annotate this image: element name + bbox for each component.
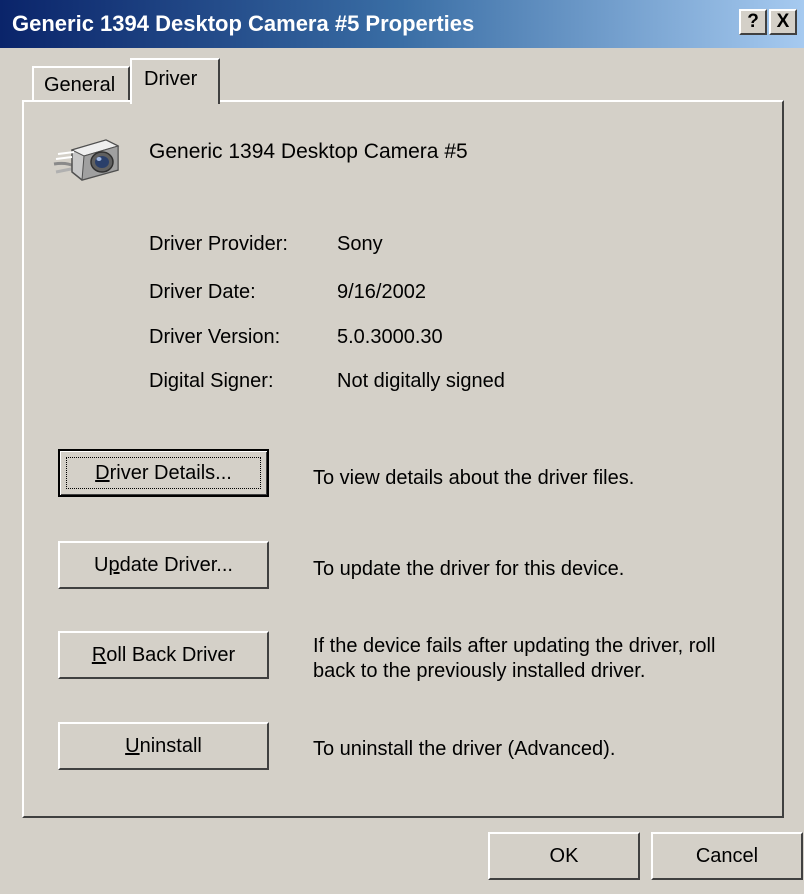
- uninstall-button[interactable]: Uninstall: [58, 722, 269, 770]
- digital-signer-label: Digital Signer:: [149, 370, 274, 392]
- roll-back-driver-description: If the device fails after updating the d…: [313, 635, 716, 682]
- driver-version-label: Driver Version:: [149, 326, 281, 348]
- driver-date-value: 9/16/2002: [337, 281, 426, 303]
- ok-button[interactable]: OK: [488, 832, 640, 880]
- tab-general-label: General: [44, 74, 116, 96]
- driver-details-description: To view details about the driver files.: [313, 467, 635, 489]
- roll-back-driver-button[interactable]: Roll Back Driver: [58, 631, 269, 679]
- driver-details-button[interactable]: Driver Details...: [58, 449, 269, 497]
- tab-driver-label: Driver: [144, 68, 198, 90]
- window-title: Generic 1394 Desktop Camera #5 Propertie…: [12, 11, 475, 36]
- cancel-button[interactable]: Cancel: [651, 832, 803, 880]
- camera-icon: [53, 139, 120, 181]
- update-driver-button[interactable]: Update Driver...: [58, 541, 269, 589]
- driver-provider-value: Sony: [337, 233, 383, 255]
- tab-general[interactable]: General: [32, 66, 130, 102]
- uninstall-description: To uninstall the driver (Advanced).: [313, 738, 616, 760]
- tab-driver[interactable]: Driver: [130, 58, 220, 104]
- update-driver-label: Update Driver...: [94, 554, 233, 576]
- driver-date-label: Driver Date:: [149, 281, 256, 303]
- title-bar[interactable]: Generic 1394 Desktop Camera #5 Propertie…: [0, 0, 804, 48]
- properties-dialog: Generic 1394 Desktop Camera #5 Propertie…: [0, 0, 804, 894]
- uninstall-label: Uninstall: [125, 735, 202, 757]
- roll-back-driver-label: Roll Back Driver: [91, 644, 236, 666]
- focus-ring: [66, 457, 261, 489]
- device-name: Generic 1394 Desktop Camera #5: [149, 140, 468, 163]
- driver-version-value: 5.0.3000.30: [337, 326, 443, 348]
- digital-signer-value: Not digitally signed: [337, 370, 505, 392]
- help-button[interactable]: ?: [739, 9, 767, 35]
- driver-provider-label: Driver Provider:: [149, 233, 288, 255]
- update-driver-description: To update the driver for this device.: [313, 558, 625, 580]
- close-button[interactable]: X: [769, 9, 797, 35]
